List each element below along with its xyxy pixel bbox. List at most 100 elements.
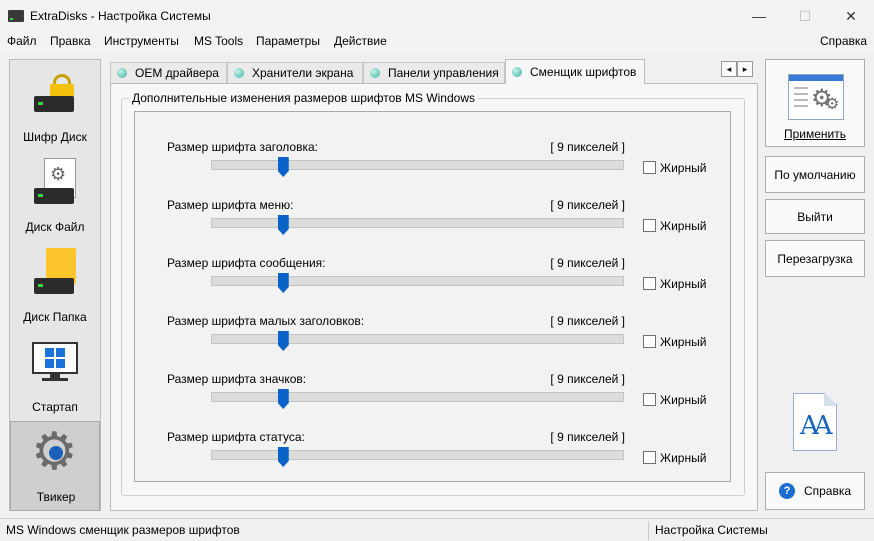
font-size-slider-track[interactable]	[211, 450, 624, 460]
bold-checkbox[interactable]	[643, 335, 656, 348]
tab-screensavers[interactable]: Хранители экрана	[227, 62, 363, 83]
tab-scroll-left-button[interactable]: ◂	[721, 61, 737, 77]
menu-parameters[interactable]: Параметры	[256, 34, 320, 48]
font-size-value: [ 9 пикселей ]	[550, 198, 625, 212]
bold-checkbox[interactable]	[643, 277, 656, 290]
bold-checkbox-label[interactable]: Жирный	[660, 219, 706, 233]
font-size-row: Размер шрифта статуса: [ 9 пикселей ] Жирн…	[135, 418, 732, 467]
font-size-value: [ 9 пикселей ]	[550, 372, 625, 386]
drive-icon	[8, 10, 24, 22]
font-size-label: Размер шрифта сообщения:	[167, 256, 326, 270]
tab-status-icon	[117, 68, 127, 78]
apply-button[interactable]: ⚙ ⚙ Применить	[765, 59, 865, 147]
nav-item-startup[interactable]: Стартап	[10, 330, 100, 420]
menu-action[interactable]: Действие	[334, 34, 387, 48]
left-nav: Шифр Диск ⚙ Диск Файл Диск Папка Стартап	[9, 59, 101, 511]
menu-edit[interactable]: Правка	[50, 34, 91, 48]
menu-tools[interactable]: Инструменты	[104, 34, 179, 48]
font-rows-container: Размер шрифта заголовка: [ 9 пикселей ] Жи…	[134, 111, 731, 482]
tab-status-icon	[234, 68, 244, 78]
tab-control-panels[interactable]: Панели управления	[363, 62, 505, 83]
font-size-row: Размер шрифта сообщения: [ 9 пикселей ] Жи…	[135, 244, 732, 293]
nav-label: Твикер	[36, 490, 76, 504]
status-right: Настройка Системы	[655, 523, 768, 537]
font-document-icon: AA	[793, 393, 837, 451]
bold-checkbox-label[interactable]: Жирный	[660, 161, 706, 175]
help-icon: ?	[778, 483, 795, 499]
font-size-slider-thumb[interactable]	[277, 331, 289, 351]
tab-label: Хранители экрана	[252, 66, 354, 80]
font-size-slider-thumb[interactable]	[277, 157, 289, 177]
font-size-row: Размер шрифта значков: [ 9 пикселей ] Жирн…	[135, 360, 732, 409]
font-size-label: Размер шрифта меню:	[167, 198, 294, 212]
menu-file[interactable]: Файл	[7, 34, 37, 48]
tab-status-icon	[370, 68, 380, 78]
font-size-slider-track[interactable]	[211, 218, 624, 228]
tab-strip: OEM драйвера Хранители экрана Панели упр…	[110, 59, 758, 84]
bold-checkbox-label[interactable]: Жирный	[660, 451, 706, 465]
font-size-value: [ 9 пикселей ]	[550, 256, 625, 270]
close-button[interactable]: ✕	[828, 0, 874, 32]
menu-ms-tools[interactable]: MS Tools	[194, 34, 243, 48]
font-size-label: Размер шрифта статуса:	[167, 430, 305, 444]
nav-item-folder-disk[interactable]: Диск Папка	[10, 240, 100, 330]
bold-checkbox[interactable]	[643, 161, 656, 174]
font-size-group: Дополнительные изменения размеров шрифто…	[121, 91, 745, 496]
status-bar: MS Windows сменщик размеров шрифтов Наст…	[0, 518, 874, 541]
bold-checkbox-label[interactable]: Жирный	[660, 393, 706, 407]
bold-checkbox-label[interactable]: Жирный	[660, 277, 706, 291]
font-size-label: Размер шрифта значков:	[167, 372, 307, 386]
bold-checkbox[interactable]	[643, 393, 656, 406]
exit-button[interactable]: Выйти	[765, 199, 865, 234]
font-size-slider-track[interactable]	[211, 276, 624, 286]
apply-label: Применить	[783, 127, 846, 141]
font-size-slider-track[interactable]	[211, 334, 624, 344]
help-button[interactable]: ? Справка	[765, 472, 865, 510]
title-bar: ExtraDisks - Настройка Системы — ☐ ✕	[0, 0, 874, 32]
nav-label: Диск Файл	[25, 220, 85, 234]
maximize-button[interactable]: ☐	[782, 0, 828, 32]
settings-window-icon: ⚙ ⚙	[788, 74, 844, 120]
nav-item-file-disk[interactable]: ⚙ Диск Файл	[10, 150, 100, 240]
tab-label: Сменщик шрифтов	[530, 65, 637, 79]
menu-bar: Файл Правка Инструменты MS Tools Парамет…	[0, 32, 874, 52]
nav-label: Шифр Диск	[23, 130, 87, 144]
font-icon-text: AA	[800, 411, 832, 441]
tab-scroll-right-button[interactable]: ▸	[737, 61, 753, 77]
defaults-button[interactable]: По умолчанию	[765, 156, 865, 193]
nav-label: Стартап	[32, 400, 78, 414]
tab-font-changer[interactable]: Сменщик шрифтов	[505, 59, 645, 84]
tab-status-icon	[512, 67, 522, 77]
window-controls: — ☐ ✕	[736, 0, 874, 32]
font-size-value: [ 9 пикселей ]	[550, 140, 625, 154]
bold-checkbox-label[interactable]: Жирный	[660, 335, 706, 349]
status-divider	[648, 521, 649, 540]
font-size-label: Размер шрифта малых заголовков:	[167, 314, 365, 328]
bold-checkbox[interactable]	[643, 219, 656, 232]
nav-item-tweaker[interactable]: ⚙ Твикер	[10, 421, 100, 511]
bold-checkbox[interactable]	[643, 451, 656, 464]
tab-label: OEM драйвера	[135, 66, 219, 80]
nav-label: Диск Папка	[23, 310, 87, 324]
font-size-value: [ 9 пикселей ]	[550, 314, 625, 328]
font-size-value: [ 9 пикселей ]	[550, 430, 625, 444]
group-title: Дополнительные изменения размеров шрифто…	[129, 91, 478, 105]
font-size-row: Размер шрифта заголовка: [ 9 пикселей ] Жи…	[135, 128, 732, 177]
minimize-button[interactable]: —	[736, 0, 782, 32]
font-size-slider-track[interactable]	[211, 160, 624, 170]
font-size-slider-thumb[interactable]	[277, 273, 289, 293]
font-size-slider-thumb[interactable]	[277, 389, 289, 409]
menu-help[interactable]: Справка	[820, 34, 867, 48]
reboot-button[interactable]: Перезагрузка	[765, 240, 865, 277]
font-size-slider-thumb[interactable]	[277, 447, 289, 467]
tab-label: Панели управления	[388, 66, 499, 80]
status-left: MS Windows сменщик размеров шрифтов	[6, 523, 240, 537]
font-size-row: Размер шрифта малых заголовков: [ 9 пиксе…	[135, 302, 732, 351]
font-size-slider-track[interactable]	[211, 392, 624, 402]
help-label: Справка	[803, 484, 852, 498]
tab-oem-drivers[interactable]: OEM драйвера	[110, 62, 227, 83]
window-title: ExtraDisks - Настройка Системы	[30, 9, 211, 23]
nav-item-encrypt-disk[interactable]: Шифр Диск	[10, 60, 100, 150]
font-size-label: Размер шрифта заголовка:	[167, 140, 318, 154]
font-size-slider-thumb[interactable]	[277, 215, 289, 235]
